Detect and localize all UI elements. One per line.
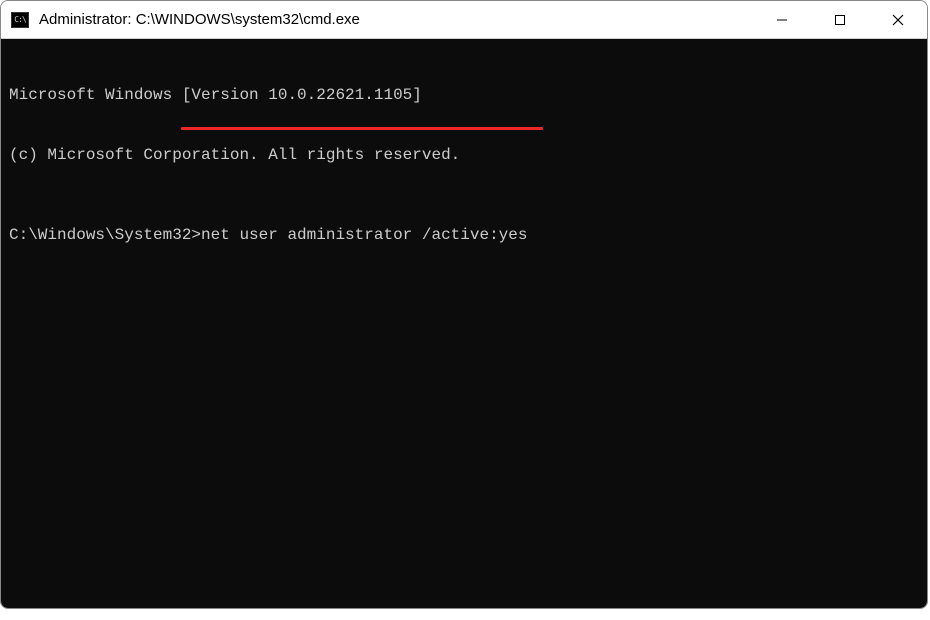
terminal-output-line: (c) Microsoft Corporation. All rights re… (9, 145, 919, 165)
window-controls (753, 1, 927, 38)
window-title: Administrator: C:\WINDOWS\system32\cmd.e… (39, 11, 753, 28)
terminal-prompt-line: C:\Windows\System32>net user administrat… (9, 225, 919, 245)
terminal-area[interactable]: Microsoft Windows [Version 10.0.22621.11… (1, 39, 927, 608)
minimize-button[interactable] (753, 1, 811, 38)
terminal-prompt: C:\Windows\System32> (9, 226, 201, 244)
close-button[interactable] (869, 1, 927, 38)
cmd-icon: C:\ (11, 12, 29, 28)
maximize-button[interactable] (811, 1, 869, 38)
annotation-underline (181, 127, 543, 130)
terminal-output-line: Microsoft Windows [Version 10.0.22621.11… (9, 85, 919, 105)
titlebar[interactable]: C:\ Administrator: C:\WINDOWS\system32\c… (1, 1, 927, 39)
terminal-command: net user administrator /active:yes (201, 226, 527, 244)
cmd-window: C:\ Administrator: C:\WINDOWS\system32\c… (0, 0, 928, 609)
minimize-icon (776, 14, 788, 26)
close-icon (892, 14, 904, 26)
maximize-icon (834, 14, 846, 26)
